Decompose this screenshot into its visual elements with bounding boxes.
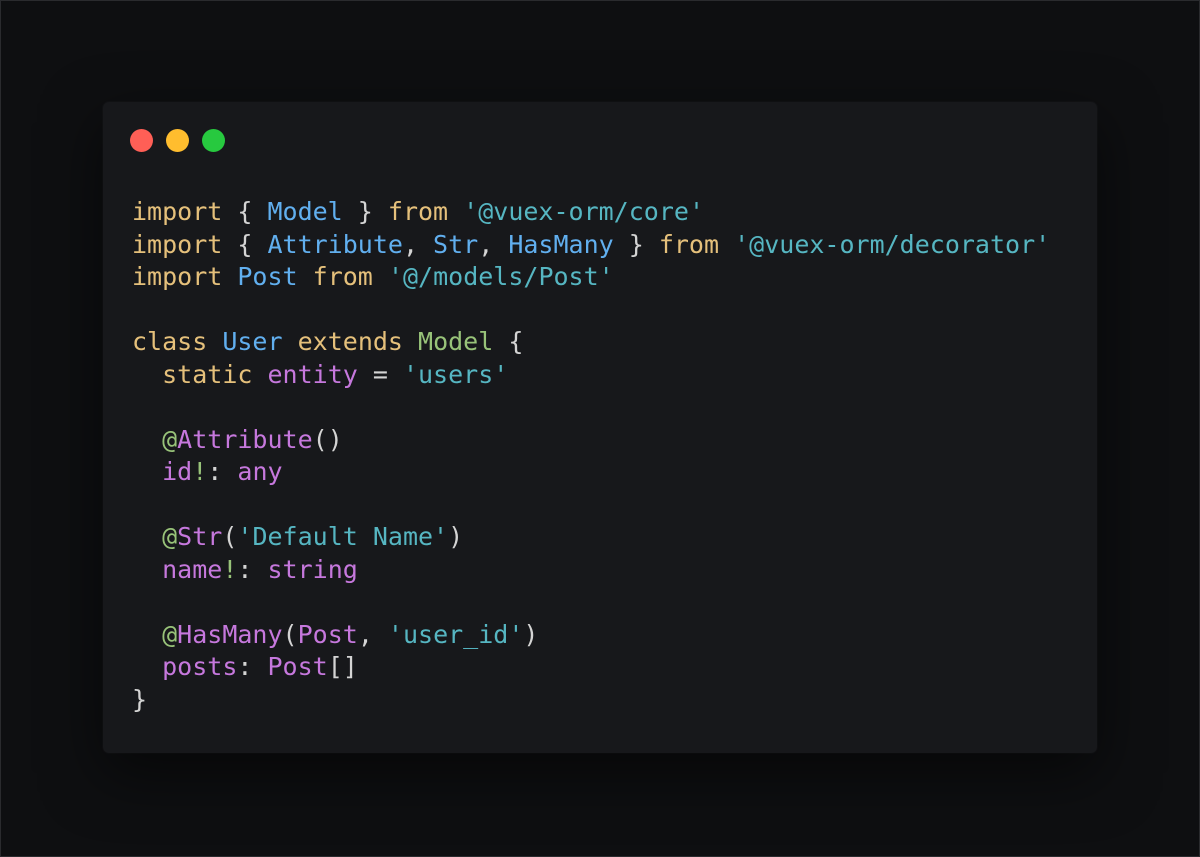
code-token: Post (237, 262, 298, 291)
code-token: } (132, 684, 148, 714)
code-line: } (132, 684, 1050, 717)
code-window: import { Model } from '@vuex-orm/core' im… (103, 102, 1097, 753)
code-token: ( (222, 522, 238, 551)
code-token: import (132, 262, 223, 291)
code-token: import (132, 229, 223, 259)
code-token: : (237, 554, 268, 584)
code-token: class (132, 327, 208, 356)
code-token: name (162, 554, 223, 584)
code-token: , (402, 229, 434, 259)
code-line: name!: string (132, 554, 1050, 587)
code-token: @ (162, 619, 178, 649)
code-line: posts: Post[] (132, 651, 1050, 684)
code-token: posts (162, 652, 238, 681)
code-token: Str (433, 229, 479, 259)
code-token: Model (418, 327, 494, 356)
code-token: ! (222, 554, 238, 584)
code-token: { (493, 327, 524, 356)
code-line: class User extends Model { (132, 326, 1050, 359)
close-dot-icon[interactable] (130, 129, 153, 152)
code-token: Post (267, 652, 328, 681)
code-line: import { Model } from '@vuex-orm/core' (132, 196, 1050, 229)
code-token: from (658, 229, 720, 259)
code-token: extends (297, 327, 403, 356)
code-token: : (207, 457, 238, 486)
code-token: ) (523, 619, 539, 649)
code-token: { (222, 229, 268, 259)
code-line: static entity = 'users' (132, 359, 1050, 392)
minimize-dot-icon[interactable] (166, 129, 189, 152)
code-token: entity (267, 359, 358, 389)
window-controls (130, 129, 225, 152)
code-token: @ (162, 522, 178, 551)
code-token: HasMany (508, 229, 614, 259)
code-token: HasMany (177, 619, 283, 649)
code-token: any (237, 457, 283, 486)
code-token: , (357, 619, 388, 649)
code-token: import (132, 197, 223, 226)
code-line: @HasMany(Post, 'user_id') (132, 619, 1050, 652)
code-line: import { Attribute, Str, HasMany } from … (132, 229, 1050, 262)
code-token: 'users' (402, 359, 509, 389)
code-token: 'Default Name' (237, 522, 449, 551)
code-token: = (357, 359, 403, 389)
code-token: '@vuex-orm/decorator' (734, 229, 1051, 259)
code-token: Attribute (267, 229, 403, 259)
code-token: ! (192, 457, 208, 486)
code-token: User (222, 327, 283, 356)
code-token: @ (162, 424, 178, 454)
code-token: '@/models/Post' (387, 262, 614, 291)
code-token: ) (448, 522, 464, 551)
code-token: () (312, 424, 343, 454)
code-token: from (312, 262, 373, 291)
code-token: } (613, 229, 659, 259)
code-line: import Post from '@/models/Post' (132, 261, 1050, 294)
code-token: '@vuex-orm/core' (463, 197, 704, 226)
code-token: } (342, 197, 388, 226)
code-token: , (478, 229, 509, 259)
zoom-dot-icon[interactable] (202, 129, 225, 152)
code-token: id (162, 457, 193, 486)
code-token: from (387, 197, 449, 226)
code-block: import { Model } from '@vuex-orm/core' im… (132, 196, 1050, 716)
code-token: { (222, 197, 268, 226)
code-token: Str (177, 522, 223, 551)
code-token: Post (297, 619, 358, 649)
code-token: [] (327, 652, 358, 681)
code-line: @Attribute() (132, 424, 1050, 457)
code-token: string (267, 554, 358, 584)
code-token: 'user_id' (387, 619, 524, 649)
code-token: : (237, 652, 268, 681)
code-line: @Str('Default Name') (132, 521, 1050, 554)
code-token: ( (282, 619, 298, 649)
code-token: static (162, 359, 253, 389)
code-token: Model (267, 197, 343, 226)
code-token: Attribute (177, 424, 313, 454)
code-line: id!: any (132, 456, 1050, 489)
